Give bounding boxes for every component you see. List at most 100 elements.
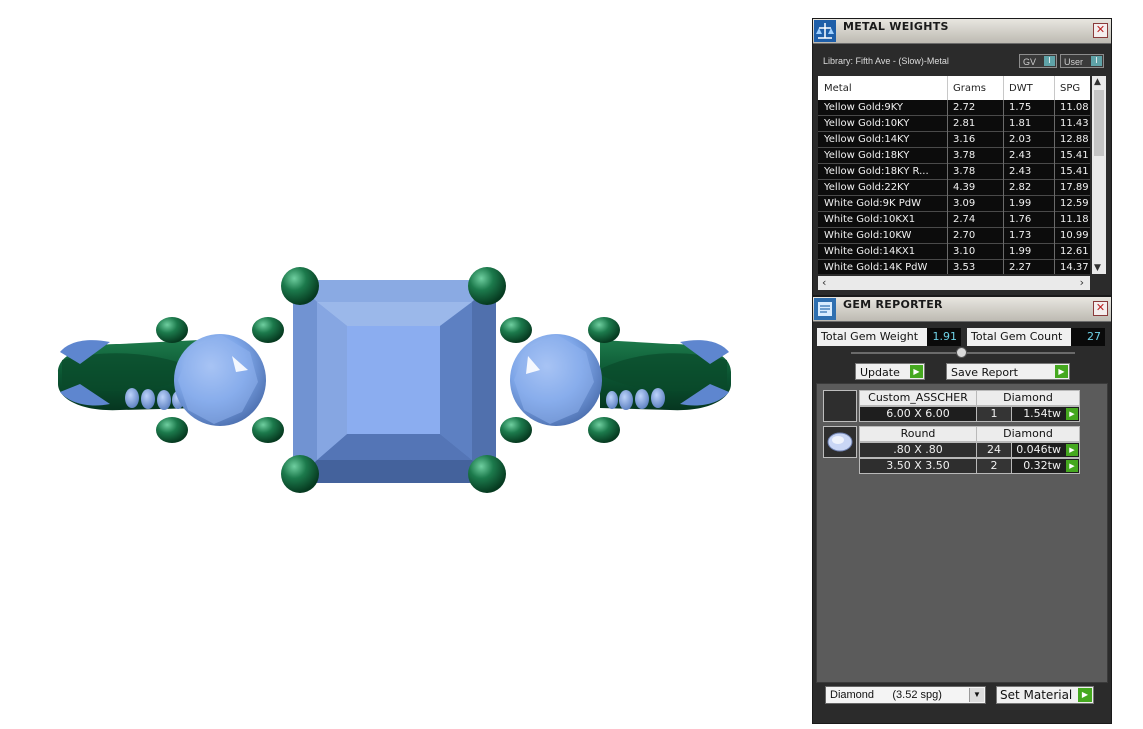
material-select[interactable]: Diamond (3.52 spg) ▼ bbox=[825, 686, 986, 704]
gem-ctw-cell[interactable]: 0.046tw ▶ bbox=[1011, 442, 1080, 458]
table-row[interactable]: White Gold:10KW 2.70 1.73 10.99 bbox=[818, 228, 1090, 244]
scroll-right-icon[interactable]: › bbox=[1080, 276, 1084, 289]
cell-dwt: 2.43 bbox=[1009, 166, 1032, 177]
column-divider bbox=[1003, 116, 1004, 132]
gv-toggle[interactable]: GV I bbox=[1019, 54, 1057, 68]
set-material-button[interactable]: Set Material ▶ bbox=[996, 686, 1094, 704]
table-row[interactable]: White Gold:10KX1 2.74 1.76 11.18 bbox=[818, 212, 1090, 228]
cell-grams: 3.53 bbox=[953, 262, 976, 273]
total-gem-weight-label: Total Gem Weight bbox=[817, 328, 927, 346]
table-row[interactable]: White Gold:14K PdW 3.53 2.27 14.37 bbox=[818, 260, 1090, 274]
scrollbar-thumb[interactable] bbox=[1094, 90, 1104, 156]
table-row[interactable]: Yellow Gold:22KY 4.39 2.82 17.89 bbox=[818, 180, 1090, 196]
cell-spg: 15.41 bbox=[1060, 150, 1089, 161]
chevron-down-icon[interactable]: ▼ bbox=[969, 688, 984, 702]
column-header-dwt[interactable]: DWT bbox=[1009, 83, 1033, 94]
set-material-label: Set Material bbox=[1000, 688, 1073, 702]
cell-dwt: 1.81 bbox=[1009, 118, 1032, 129]
gem-ctw-value: 0.046tw bbox=[1016, 443, 1061, 456]
table-row[interactable]: Yellow Gold:18KY R... 3.78 2.43 15.41 bbox=[818, 164, 1090, 180]
library-label: Library: Fifth Ave - (Slow)-Metal bbox=[823, 56, 949, 66]
cell-grams: 4.39 bbox=[953, 182, 976, 193]
gem-shape-cell[interactable]: Round bbox=[859, 426, 977, 442]
gem-ctw-cell[interactable]: 1.54tw ▶ bbox=[1011, 406, 1080, 422]
column-divider bbox=[1054, 244, 1055, 260]
cell-grams: 3.10 bbox=[953, 246, 976, 257]
scroll-down-icon[interactable]: ▼ bbox=[1094, 263, 1101, 273]
cell-grams: 3.16 bbox=[953, 134, 976, 145]
gem-reporter-close-button[interactable]: ✕ bbox=[1093, 301, 1108, 316]
scroll-up-icon[interactable]: ▲ bbox=[1094, 77, 1101, 87]
metal-weights-close-button[interactable]: ✕ bbox=[1093, 23, 1108, 38]
cell-dwt: 1.99 bbox=[1009, 246, 1032, 257]
user-indicator: I bbox=[1091, 56, 1102, 66]
column-divider bbox=[947, 100, 948, 116]
gem-slider-knob[interactable] bbox=[956, 347, 967, 358]
cell-metal: White Gold:14K PdW bbox=[824, 262, 928, 273]
column-divider bbox=[1054, 132, 1055, 148]
metal-weights-title: METAL WEIGHTS bbox=[843, 20, 949, 33]
column-divider bbox=[947, 164, 948, 180]
gem-size-cell[interactable]: .80 X .80 bbox=[859, 442, 977, 458]
gem-material-cell[interactable]: Diamond bbox=[976, 390, 1080, 406]
column-divider bbox=[947, 244, 948, 260]
cell-spg: 11.18 bbox=[1060, 214, 1089, 225]
play-icon: ▶ bbox=[910, 365, 923, 378]
column-divider bbox=[1003, 180, 1004, 196]
play-icon: ▶ bbox=[1055, 365, 1068, 378]
play-icon[interactable]: ▶ bbox=[1066, 408, 1078, 420]
3d-viewport[interactable] bbox=[0, 0, 805, 725]
gem-ctw-value: 1.54tw bbox=[1023, 407, 1061, 420]
table-row[interactable]: Yellow Gold:9KY 2.72 1.75 11.08 bbox=[818, 100, 1090, 116]
column-divider bbox=[947, 212, 948, 228]
user-toggle[interactable]: User I bbox=[1060, 54, 1104, 68]
table-row[interactable]: Yellow Gold:14KY 3.16 2.03 12.88 bbox=[818, 132, 1090, 148]
table-row[interactable]: Yellow Gold:10KY 2.81 1.81 11.43 bbox=[818, 116, 1090, 132]
gem-thumbnail-asscher[interactable] bbox=[823, 390, 857, 422]
gem-material-cell[interactable]: Diamond bbox=[976, 426, 1080, 442]
vertical-scrollbar[interactable]: ▲ ▼ bbox=[1092, 76, 1106, 274]
play-icon: ▶ bbox=[1078, 688, 1092, 702]
table-row[interactable]: White Gold:14KX1 3.10 1.99 12.61 bbox=[818, 244, 1090, 260]
table-row[interactable]: Yellow Gold:18KY 3.78 2.43 15.41 bbox=[818, 148, 1090, 164]
column-divider bbox=[1003, 132, 1004, 148]
total-gem-count-label: Total Gem Count bbox=[967, 328, 1071, 346]
cell-grams: 3.78 bbox=[953, 150, 976, 161]
gem-size-cell[interactable]: 6.00 X 6.00 bbox=[859, 406, 977, 422]
gem-count-cell[interactable]: 1 bbox=[976, 406, 1012, 422]
gv-indicator: I bbox=[1044, 56, 1055, 66]
gem-size-cell[interactable]: 3.50 X 3.50 bbox=[859, 458, 977, 474]
gem-reporter-title-bar[interactable]: GEM REPORTER ✕ bbox=[813, 297, 1111, 322]
cell-metal: White Gold:14KX1 bbox=[824, 246, 916, 257]
update-button[interactable]: Update ▶ bbox=[855, 363, 925, 380]
play-icon[interactable]: ▶ bbox=[1066, 460, 1078, 472]
cell-dwt: 1.75 bbox=[1009, 102, 1032, 113]
cell-dwt: 1.99 bbox=[1009, 198, 1032, 209]
gem-shape-cell[interactable]: Custom_ASSCHER bbox=[859, 390, 977, 406]
close-icon: ✕ bbox=[1095, 23, 1106, 36]
metal-weights-title-bar[interactable]: METAL WEIGHTS ✕ bbox=[813, 19, 1111, 44]
gem-count-cell[interactable]: 2 bbox=[976, 458, 1012, 474]
table-row[interactable]: White Gold:9K PdW 3.09 1.99 12.59 bbox=[818, 196, 1090, 212]
column-divider bbox=[947, 260, 948, 274]
save-report-button[interactable]: Save Report ▶ bbox=[946, 363, 1070, 380]
gem-count-cell[interactable]: 24 bbox=[976, 442, 1012, 458]
cell-metal: Yellow Gold:10KY bbox=[824, 118, 910, 129]
scroll-left-icon[interactable]: ‹ bbox=[822, 276, 826, 289]
metal-weights-panel: METAL WEIGHTS ✕ Library: Fifth Ave - (Sl… bbox=[812, 18, 1112, 296]
total-gem-count-value: 27 bbox=[1071, 328, 1105, 346]
gem-thumbnail-round[interactable] bbox=[823, 426, 857, 458]
play-icon[interactable]: ▶ bbox=[1066, 444, 1078, 456]
column-divider bbox=[1003, 244, 1004, 260]
column-divider bbox=[1054, 180, 1055, 196]
gem-ctw-cell[interactable]: 0.32tw ▶ bbox=[1011, 458, 1080, 474]
table-body: Yellow Gold:9KY 2.72 1.75 11.08 Yellow Gold:… bbox=[818, 100, 1090, 274]
column-header-metal[interactable]: Metal bbox=[824, 83, 852, 94]
column-divider bbox=[1003, 164, 1004, 180]
column-header-spg[interactable]: SPG bbox=[1060, 83, 1080, 94]
column-header-grams[interactable]: Grams bbox=[953, 83, 986, 94]
report-icon bbox=[814, 298, 836, 320]
horizontal-scrollbar[interactable]: ‹ › bbox=[818, 276, 1090, 290]
cell-metal: White Gold:10KW bbox=[824, 230, 912, 241]
column-divider bbox=[1003, 228, 1004, 244]
